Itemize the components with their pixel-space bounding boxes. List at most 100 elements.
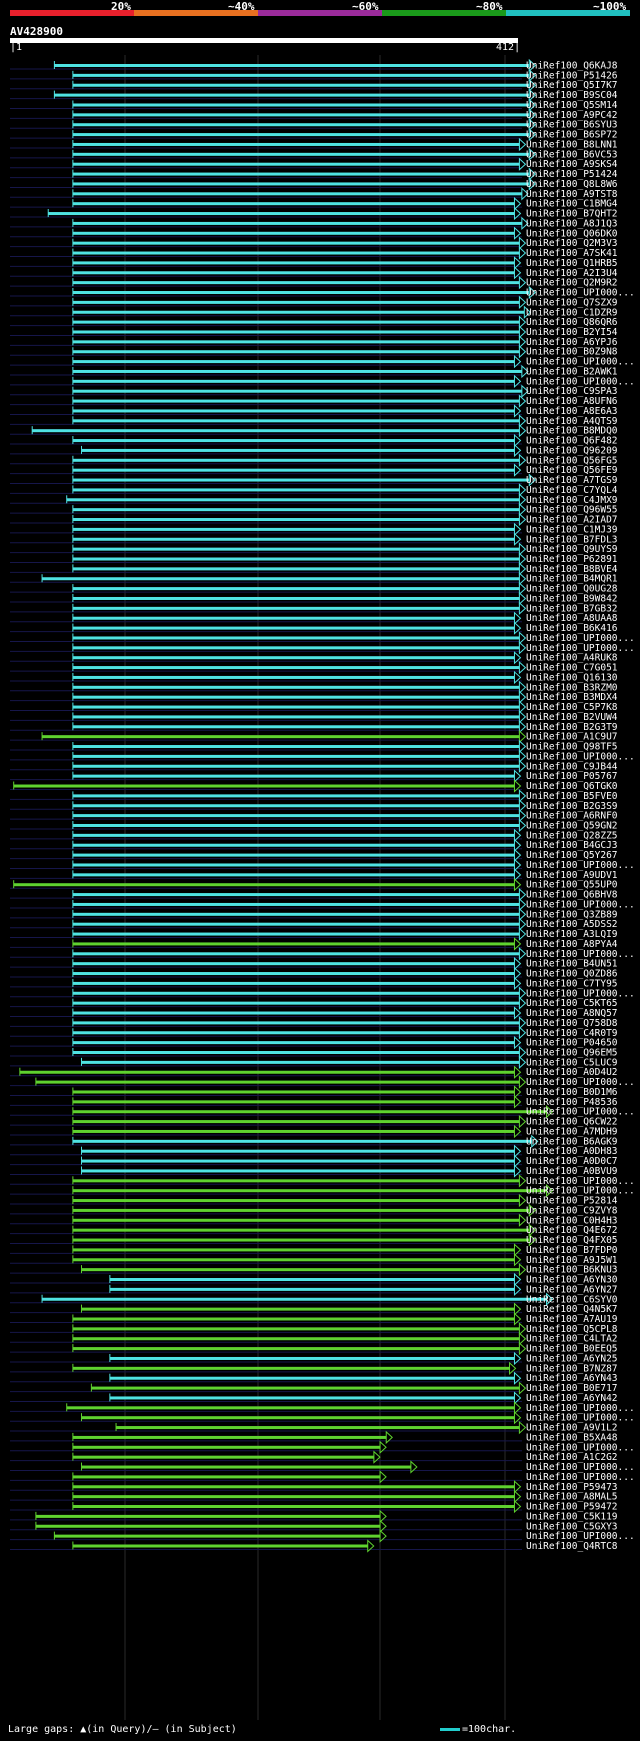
hit-bar[interactable] (72, 1248, 516, 1252)
hit-bar[interactable] (66, 1406, 516, 1410)
hit-bar[interactable] (72, 646, 521, 650)
hit-bar[interactable] (72, 458, 521, 462)
hit-bar[interactable] (13, 883, 516, 887)
hit-bar[interactable] (72, 557, 521, 561)
hit-bar[interactable] (109, 1356, 516, 1360)
hit-bar[interactable] (72, 804, 521, 808)
hit-bar[interactable] (32, 429, 521, 433)
hit-bar[interactable] (81, 448, 516, 452)
hit-bar[interactable] (35, 1514, 382, 1518)
hit-bar[interactable] (72, 221, 523, 225)
hit-bar[interactable] (72, 419, 521, 423)
hit-bar[interactable] (72, 814, 521, 818)
hit-bar[interactable] (72, 488, 521, 492)
hit-bar[interactable] (72, 310, 526, 314)
hit-bar[interactable] (72, 1327, 521, 1331)
hit-bar[interactable] (72, 1366, 511, 1370)
hit-bar[interactable] (72, 468, 516, 472)
hit-bar[interactable] (72, 527, 516, 531)
hit-bar[interactable] (81, 1307, 516, 1311)
hit-bar[interactable] (72, 1110, 548, 1114)
hit-bar[interactable] (72, 172, 531, 176)
hit-bar[interactable] (72, 754, 521, 758)
hit-bar[interactable] (72, 83, 531, 87)
hit-bar[interactable] (54, 64, 531, 67)
hit-bar[interactable] (72, 231, 516, 235)
hit-bar[interactable] (72, 478, 531, 482)
hit-bar[interactable] (72, 981, 516, 985)
hit-bar[interactable] (72, 1485, 516, 1489)
hit-bar[interactable] (72, 1189, 548, 1193)
hit-bar[interactable] (72, 932, 521, 936)
hit-bar[interactable] (81, 1416, 516, 1420)
hit-bar[interactable] (42, 577, 521, 581)
hit-bar[interactable] (72, 725, 521, 729)
hit-bar[interactable] (72, 518, 521, 522)
hit-bar[interactable] (81, 1465, 412, 1469)
hit-bar[interactable] (72, 1475, 382, 1479)
hit-bar[interactable] (72, 952, 521, 956)
hit-bar[interactable] (72, 833, 516, 837)
hit-bar[interactable] (72, 1041, 516, 1045)
hit-bar[interactable] (35, 1080, 521, 1084)
hit-bar[interactable] (72, 281, 521, 285)
hit-bar[interactable] (72, 606, 521, 610)
hit-bar[interactable] (72, 409, 516, 413)
hit-bar[interactable] (72, 202, 516, 206)
hit-bar[interactable] (72, 1435, 388, 1439)
hit-bar[interactable] (72, 1208, 531, 1212)
hit-bar[interactable] (72, 1228, 531, 1232)
hit-bar[interactable] (72, 685, 521, 689)
hit-bar[interactable] (72, 764, 521, 768)
hit-bar[interactable] (54, 93, 531, 97)
hit-bar[interactable] (13, 784, 516, 788)
hit-bar[interactable] (54, 1534, 382, 1538)
hit-bar[interactable] (72, 73, 531, 77)
hit-bar[interactable] (72, 853, 516, 857)
hit-bar[interactable] (72, 152, 531, 156)
hit-bar[interactable] (72, 547, 521, 551)
hit-bar[interactable] (72, 843, 516, 847)
hit-bar[interactable] (72, 1090, 516, 1094)
hit-bar[interactable] (72, 103, 531, 107)
hit-bar[interactable] (72, 1120, 521, 1124)
hit-bar[interactable] (81, 1268, 521, 1272)
hit-bar[interactable] (72, 508, 521, 512)
hit-bar[interactable] (72, 774, 516, 778)
hit-bar[interactable] (72, 251, 521, 255)
hit-bar[interactable] (72, 715, 521, 719)
hit-bar[interactable] (72, 666, 521, 670)
hit-bar[interactable] (72, 241, 521, 245)
hit-bar[interactable] (72, 133, 531, 137)
hit-bar[interactable] (72, 675, 516, 679)
hit-bar[interactable] (72, 1129, 516, 1133)
hit-bar[interactable] (72, 922, 521, 926)
hit-bar[interactable] (72, 863, 516, 867)
hit-bar[interactable] (72, 991, 521, 995)
hit-bar[interactable] (72, 123, 531, 127)
hit-bar[interactable] (72, 893, 521, 897)
hit-bar[interactable] (72, 705, 521, 709)
hit-bar[interactable] (72, 439, 516, 443)
hit-bar[interactable] (72, 113, 531, 117)
hit-bar[interactable] (72, 379, 516, 383)
hit-bar[interactable] (72, 1100, 516, 1104)
hit-bar[interactable] (72, 1011, 516, 1015)
hit-bar[interactable] (72, 300, 521, 304)
hit-bar[interactable] (72, 972, 516, 976)
hit-bar[interactable] (72, 626, 516, 630)
hit-bar[interactable] (72, 656, 516, 660)
hit-bar[interactable] (72, 369, 523, 373)
hit-bar[interactable] (66, 498, 521, 502)
hit-bar[interactable] (48, 212, 516, 216)
hit-bar[interactable] (72, 695, 521, 699)
hit-bar[interactable] (72, 942, 516, 946)
hit-bar[interactable] (72, 261, 516, 265)
hit-bar[interactable] (72, 1455, 375, 1459)
hit-bar[interactable] (72, 192, 523, 196)
hit-bar[interactable] (72, 636, 521, 640)
hit-bar[interactable] (72, 389, 523, 393)
hit-bar[interactable] (72, 1001, 521, 1005)
hit-bar[interactable] (72, 1179, 521, 1183)
hit-bar[interactable] (81, 1060, 521, 1064)
